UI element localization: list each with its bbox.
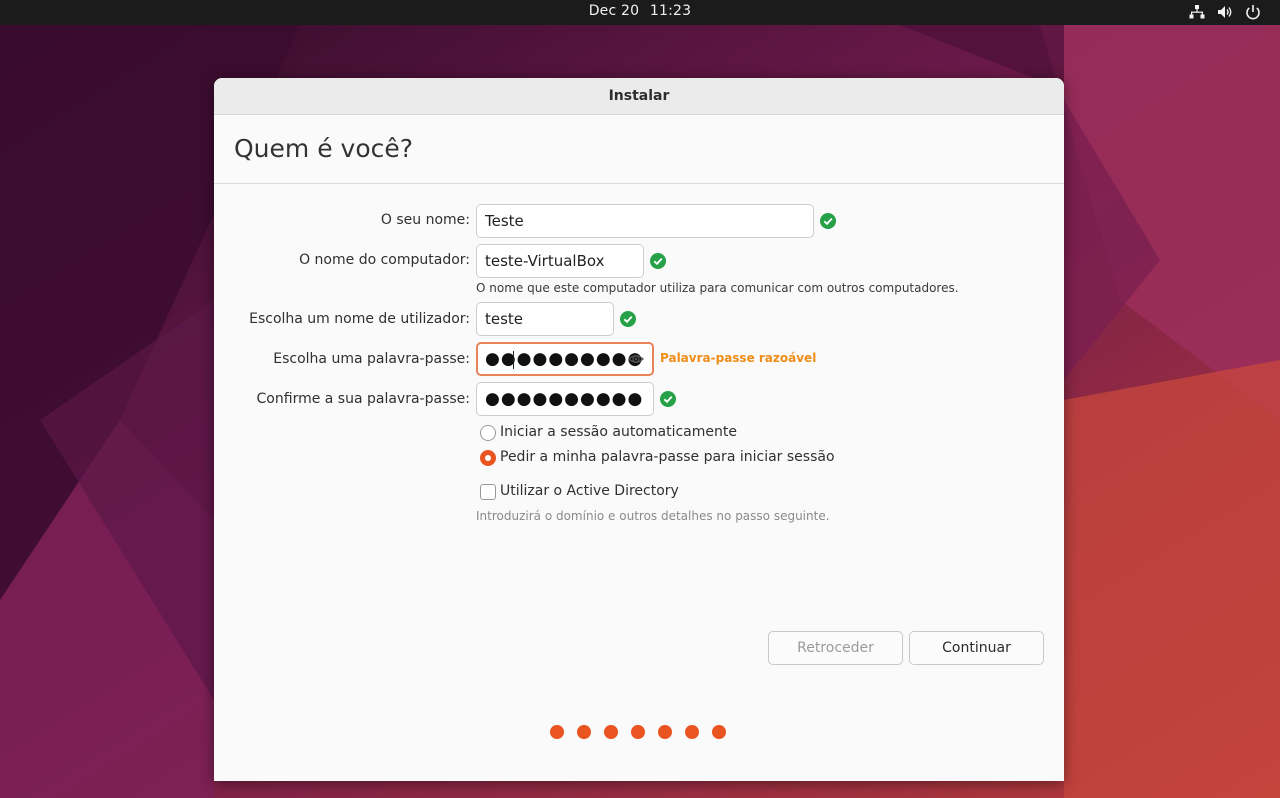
page-title: Quem é você? bbox=[234, 134, 414, 163]
progress-dot bbox=[685, 725, 699, 739]
progress-dot bbox=[712, 725, 726, 739]
progress-dot bbox=[631, 725, 645, 739]
volume-icon[interactable] bbox=[1216, 3, 1234, 21]
confirm-valid-check-icon bbox=[660, 391, 676, 407]
username-value: teste bbox=[485, 310, 524, 328]
computer-name-hint: O nome que este computador utiliza para … bbox=[476, 281, 959, 295]
progress-dot bbox=[604, 725, 618, 739]
password-input[interactable]: ●●●●●●●●●● bbox=[476, 342, 654, 376]
radio-require-password-label: Pedir a minha palavra-passe para iniciar… bbox=[500, 449, 835, 465]
radio-auto-login-label: Iniciar a sessão automaticamente bbox=[500, 424, 737, 440]
active-directory-checkbox[interactable] bbox=[480, 484, 496, 500]
name-input[interactable]: Teste bbox=[476, 204, 814, 238]
progress-dot bbox=[550, 725, 564, 739]
username-valid-check-icon bbox=[620, 311, 636, 327]
installer-window: Instalar Quem é você? O seu nome: Teste … bbox=[214, 78, 1064, 781]
username-input[interactable]: teste bbox=[476, 302, 614, 336]
power-icon[interactable] bbox=[1244, 3, 1262, 21]
clock[interactable]: Dec 20 11:23 bbox=[0, 3, 1280, 19]
eye-icon[interactable] bbox=[628, 351, 644, 367]
progress-dot bbox=[658, 725, 672, 739]
active-directory-hint: Introduzirá o domínio e outros detalhes … bbox=[476, 509, 830, 523]
clock-time: 11:23 bbox=[649, 3, 692, 19]
divider bbox=[214, 183, 1064, 184]
name-label: O seu nome: bbox=[380, 212, 470, 228]
computer-name-valid-check-icon bbox=[650, 253, 666, 269]
clock-date: Dec 20 bbox=[588, 3, 640, 19]
radio-button[interactable] bbox=[480, 425, 496, 441]
computer-name-value: teste-VirtualBox bbox=[485, 252, 605, 270]
name-valid-check-icon bbox=[820, 213, 836, 229]
confirm-masked-value: ●●●●●●●●●● bbox=[485, 389, 644, 409]
password-label: Escolha uma palavra-passe: bbox=[273, 351, 470, 367]
radio-button-selected[interactable] bbox=[480, 450, 496, 466]
active-directory-label: Utilizar o Active Directory bbox=[500, 483, 679, 499]
back-button[interactable]: Retroceder bbox=[768, 631, 903, 665]
window-title[interactable]: Instalar bbox=[214, 78, 1064, 115]
password-strength: Palavra-passe razoável bbox=[660, 351, 817, 365]
computer-name-input[interactable]: teste-VirtualBox bbox=[476, 244, 644, 278]
confirm-password-input[interactable]: ●●●●●●●●●● bbox=[476, 382, 654, 416]
network-icon[interactable] bbox=[1188, 3, 1206, 21]
computer-name-label: O nome do computador: bbox=[299, 252, 470, 268]
top-bar: Dec 20 11:23 bbox=[0, 0, 1280, 25]
continue-button[interactable]: Continuar bbox=[909, 631, 1044, 665]
confirm-password-label: Confirme a sua palavra-passe: bbox=[256, 391, 470, 407]
password-masked-value: ●●●●●●●●●● bbox=[485, 349, 644, 369]
text-caret bbox=[513, 351, 514, 369]
name-value: Teste bbox=[485, 212, 524, 230]
progress-dot bbox=[577, 725, 591, 739]
username-label: Escolha um nome de utilizador: bbox=[249, 311, 470, 327]
